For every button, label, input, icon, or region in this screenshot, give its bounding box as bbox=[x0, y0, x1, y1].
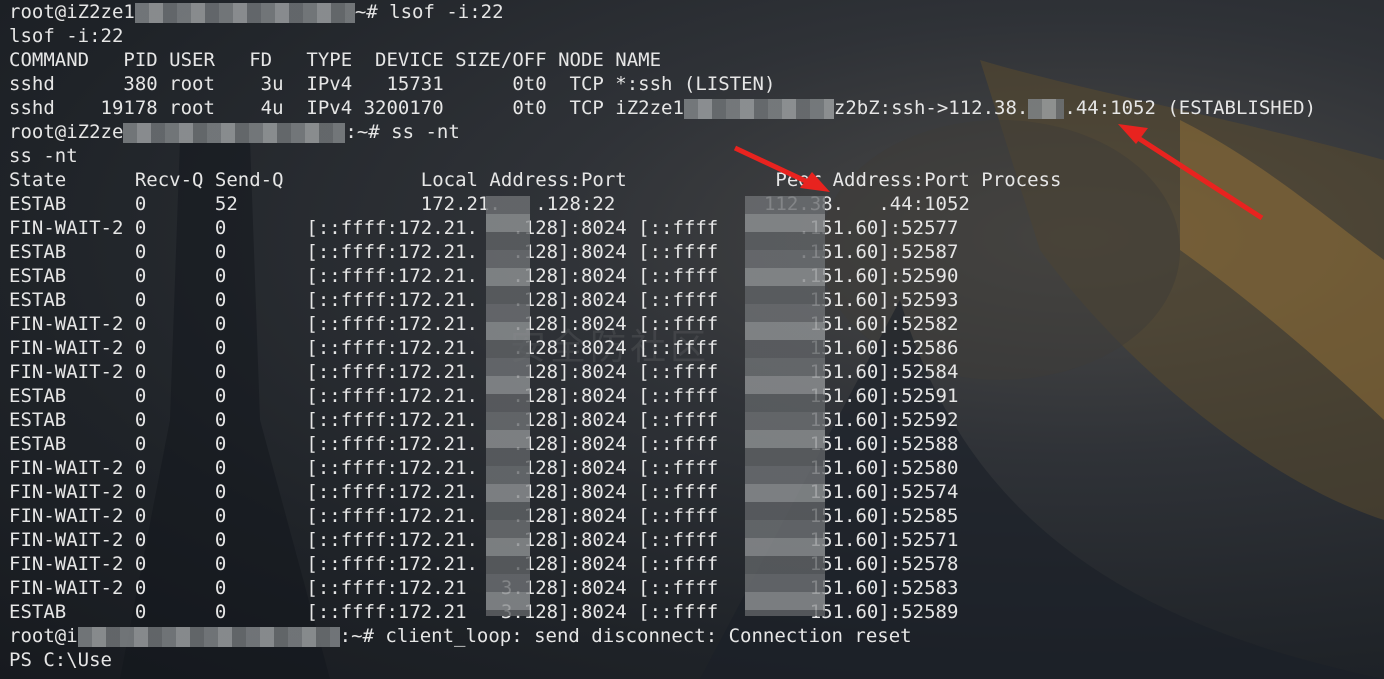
terminal-text: :~# ss -nt bbox=[345, 121, 460, 143]
terminal-text: root@iZ2ze1 bbox=[9, 1, 135, 23]
terminal-line: FIN-WAIT-2 0 0 [::ffff:172.21. .128]:802… bbox=[9, 312, 1316, 336]
terminal-line: ESTAB 0 0 [::ffff:172.21. .128]:8024 [::… bbox=[9, 264, 1316, 288]
terminal-line: ESTAB 0 0 [::ffff:172.21. .128]:8024 [::… bbox=[9, 408, 1316, 432]
terminal-line: lsof -i:22 bbox=[9, 24, 1316, 48]
terminal-line: ESTAB 0 0 [::ffff:172.21. .128]:8024 [::… bbox=[9, 240, 1316, 264]
terminal-line: COMMAND PID USER FD TYPE DEVICE SIZE/OFF… bbox=[9, 48, 1316, 72]
terminal-line: FIN-WAIT-2 0 0 [::ffff:172.21. .128]:802… bbox=[9, 456, 1316, 480]
terminal-line: ESTAB 0 52 172.21. .128:22 112.38. .44:1… bbox=[9, 192, 1316, 216]
terminal-line: root@i :~# client_loop: send disconnect: … bbox=[9, 624, 1316, 648]
terminal-line: FIN-WAIT-2 0 0 [::ffff:172.21. .128]:802… bbox=[9, 504, 1316, 528]
terminal-line: State Recv-Q Send-Q Local Address:Port P… bbox=[9, 168, 1316, 192]
redacted-local-ip bbox=[486, 196, 530, 616]
terminal-line: FIN-WAIT-2 0 0 [::ffff:172.21. .128]:802… bbox=[9, 528, 1316, 552]
redacted-hostname bbox=[134, 2, 355, 23]
terminal-output[interactable]: root@iZ2ze1 ~# lsof -i:22 lsof -i:22 COMMAN… bbox=[9, 0, 1316, 672]
terminal-line: ESTAB 0 0 [::ffff:172.21. .128]:8024 [::… bbox=[9, 288, 1316, 312]
terminal-line: FIN-WAIT-2 0 0 [::ffff:172.21. .128]:802… bbox=[9, 552, 1316, 576]
terminal-line: root@iZ2ze :~# ss -nt bbox=[9, 120, 1316, 144]
redacted-peer-ip bbox=[745, 196, 825, 616]
terminal-text: root@iZ2ze bbox=[9, 121, 124, 143]
terminal-line: PS C:\Use bbox=[9, 648, 1316, 672]
terminal-text: lsof -i:22 bbox=[9, 25, 124, 47]
redacted-hostname bbox=[683, 98, 834, 119]
terminal-line: ss -nt bbox=[9, 144, 1316, 168]
redacted-hostname bbox=[77, 626, 340, 647]
terminal-line: ESTAB 0 0 [::ffff:172.21. .128]:8024 [::… bbox=[9, 384, 1316, 408]
redacted-ip-octet bbox=[1028, 98, 1065, 119]
terminal-line: FIN-WAIT-2 0 0 [::ffff:172.21 3.128]:802… bbox=[9, 576, 1316, 600]
terminal-line: FIN-WAIT-2 0 0 [::ffff:172.21. .128]:802… bbox=[9, 480, 1316, 504]
terminal-text: COMMAND PID USER FD TYPE DEVICE SIZE/OFF… bbox=[9, 49, 662, 71]
terminal-line: root@iZ2ze1 ~# lsof -i:22 bbox=[9, 0, 1316, 24]
terminal-text: root@i bbox=[9, 625, 78, 647]
terminal-text: ~# lsof -i:22 bbox=[354, 1, 504, 23]
terminal-line: FIN-WAIT-2 0 0 [::ffff:172.21. .128]:802… bbox=[9, 336, 1316, 360]
terminal-text: sshd 19178 root 4u IPv4 3200170 0t0 TCP … bbox=[9, 97, 684, 119]
terminal-line: sshd 380 root 3u IPv4 15731 0t0 TCP *:ss… bbox=[9, 72, 1316, 96]
terminal-text: sshd 380 root 3u IPv4 15731 0t0 TCP *:ss… bbox=[9, 73, 776, 95]
terminal-line: FIN-WAIT-2 0 0 [::ffff:172.21. .128]:802… bbox=[9, 216, 1316, 240]
terminal-text: :~# client_loop: send disconnect: Connec… bbox=[339, 625, 912, 647]
terminal-line: ESTAB 0 0 [::ffff:172.21 3.128]:8024 [::… bbox=[9, 600, 1316, 624]
terminal-line: sshd 19178 root 4u IPv4 3200170 0t0 TCP … bbox=[9, 96, 1316, 120]
terminal-text: ss -nt bbox=[9, 145, 78, 167]
terminal-line: ESTAB 0 0 [::ffff:172.21. .128]:8024 [::… bbox=[9, 432, 1316, 456]
redacted-hostname bbox=[123, 122, 346, 143]
terminal-text: z2bZ:ssh->112.38. bbox=[833, 97, 1029, 119]
terminal-text: State Recv-Q Send-Q Local Address:Port P… bbox=[9, 169, 1062, 191]
terminal-text: PS C:\Use bbox=[9, 649, 112, 671]
terminal-line: FIN-WAIT-2 0 0 [::ffff:172.21. .128]:802… bbox=[9, 360, 1316, 384]
terminal-text: .44:1052 (ESTABLISHED) bbox=[1064, 97, 1317, 119]
